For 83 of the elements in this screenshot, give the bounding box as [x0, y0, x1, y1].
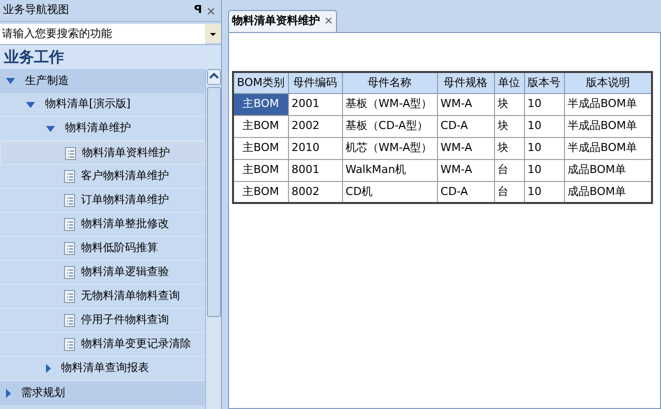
scroll-up-icon[interactable]: [206, 69, 220, 85]
scroll-thumb[interactable]: [206, 87, 220, 317]
table-cell: 台: [494, 159, 524, 181]
tab-label: 物料清单资料维护: [232, 13, 320, 30]
column-header[interactable]: BOM类别: [233, 72, 288, 93]
table-cell: 10: [524, 115, 564, 137]
tree-node[interactable]: 物料清单[演示版]: [0, 93, 205, 117]
table-cell: WM-A: [437, 93, 494, 115]
table-cell: 块: [494, 115, 524, 137]
tree-item[interactable]: 无物料清单物料查询: [0, 285, 205, 309]
document-icon: [65, 146, 76, 160]
document-icon: [64, 170, 75, 183]
table-cell: 2001: [288, 93, 342, 115]
table-cell: 机芯（WM-A型）: [342, 137, 438, 159]
tree-item-label: 订单物料清单维护: [81, 192, 169, 208]
tree-node-label: 物料清单[演示版]: [45, 96, 131, 112]
table-cell: WalkMan机: [342, 159, 438, 181]
tree-node[interactable]: 生产制造: [0, 69, 205, 93]
tree-node[interactable]: 需求规划: [0, 381, 205, 405]
tree-item-label: 物料清单资料维护: [82, 144, 170, 161]
tree-item-label: 无物料清单物料查询: [81, 288, 180, 304]
collapsed-triangle-icon[interactable]: [46, 364, 51, 373]
table-cell: 主BOM: [233, 93, 288, 115]
tree-node-label: 物料清单维护: [65, 120, 131, 136]
tree-node-label: 生产制造: [25, 72, 69, 89]
table-cell: 10: [524, 137, 564, 159]
tree-node-label: 物料清单查询报表: [61, 360, 149, 376]
search-field[interactable]: 请输入您要搜索的功能: [0, 24, 205, 44]
tab-close-button[interactable]: ×: [324, 13, 334, 30]
tree-item-label: 物料清单变更记录清除: [81, 336, 191, 352]
tree-item[interactable]: 物料低阶码推算: [0, 237, 205, 261]
tree-item[interactable]: 物料清单整批修改: [0, 213, 205, 237]
dropdown-caret-icon[interactable]: [205, 24, 221, 43]
table-cell: 主BOM: [233, 115, 288, 137]
table-cell: 基板（WM-A型）: [342, 93, 438, 115]
table-cell: 块: [494, 93, 524, 115]
tree-item[interactable]: 物料清单资料维护: [0, 141, 205, 165]
document-icon: [64, 290, 75, 303]
scrollbar[interactable]: [205, 69, 221, 409]
column-header[interactable]: 版本说明: [564, 72, 652, 93]
table-cell: WM-A: [437, 137, 494, 159]
table-cell: CD-A: [437, 115, 494, 137]
column-header[interactable]: 版本号: [524, 72, 564, 93]
pin-button[interactable]: ꟼ: [192, 2, 204, 19]
table-cell: 2010: [288, 137, 342, 159]
tree-item[interactable]: 停用子件物料查询: [0, 309, 205, 333]
tree-item-label: 客户物料清单维护: [81, 168, 169, 184]
tree-item[interactable]: 物料清单变更记录清除: [0, 333, 205, 357]
table-cell: 8001: [288, 159, 342, 181]
tree-item[interactable]: 物料清单逻辑查验: [0, 261, 205, 285]
tree-item-label: 停用子件物料查询: [81, 312, 169, 328]
table-cell: 2002: [288, 115, 342, 137]
tree-item-label: 物料清单逻辑查验: [81, 264, 169, 280]
document-icon: [64, 194, 75, 207]
table-cell: 主BOM: [233, 159, 288, 181]
column-header[interactable]: 母件编码: [288, 72, 342, 93]
panel-title: 业务导航视图: [3, 2, 70, 18]
tree-node-label: 需求规划: [21, 384, 65, 401]
table-cell: 10: [524, 159, 564, 181]
document-tab[interactable]: 物料清单资料维护 ×: [228, 10, 338, 32]
tree-item-label: 物料低阶码推算: [81, 240, 158, 256]
table-cell: 主BOM: [233, 137, 288, 159]
tree-item-label: 物料清单整批修改: [81, 216, 169, 232]
column-header[interactable]: 母件名称: [342, 72, 438, 93]
section-title: 业务工作: [0, 45, 221, 69]
table-cell: 块: [494, 137, 524, 159]
expanded-triangle-icon[interactable]: [6, 78, 15, 84]
tree-item[interactable]: 订单物料清单维护: [0, 189, 205, 213]
collapsed-triangle-icon[interactable]: [6, 388, 11, 398]
column-header[interactable]: 母件规格: [437, 72, 494, 93]
document-icon: [64, 242, 75, 255]
close-button[interactable]: ×: [204, 2, 218, 20]
column-header[interactable]: 单位: [494, 72, 524, 93]
table-cell: WM-A: [437, 159, 494, 181]
table-cell: 基板（CD-A型）: [342, 115, 438, 137]
table-cell: 10: [524, 93, 564, 115]
expanded-triangle-icon[interactable]: [46, 126, 55, 132]
document-icon: [64, 218, 75, 231]
document-icon: [64, 266, 75, 279]
document-icon: [64, 314, 75, 327]
document-icon: [64, 338, 75, 351]
expanded-triangle-icon[interactable]: [26, 102, 35, 108]
tree-item[interactable]: 客户物料清单维护: [0, 165, 205, 189]
